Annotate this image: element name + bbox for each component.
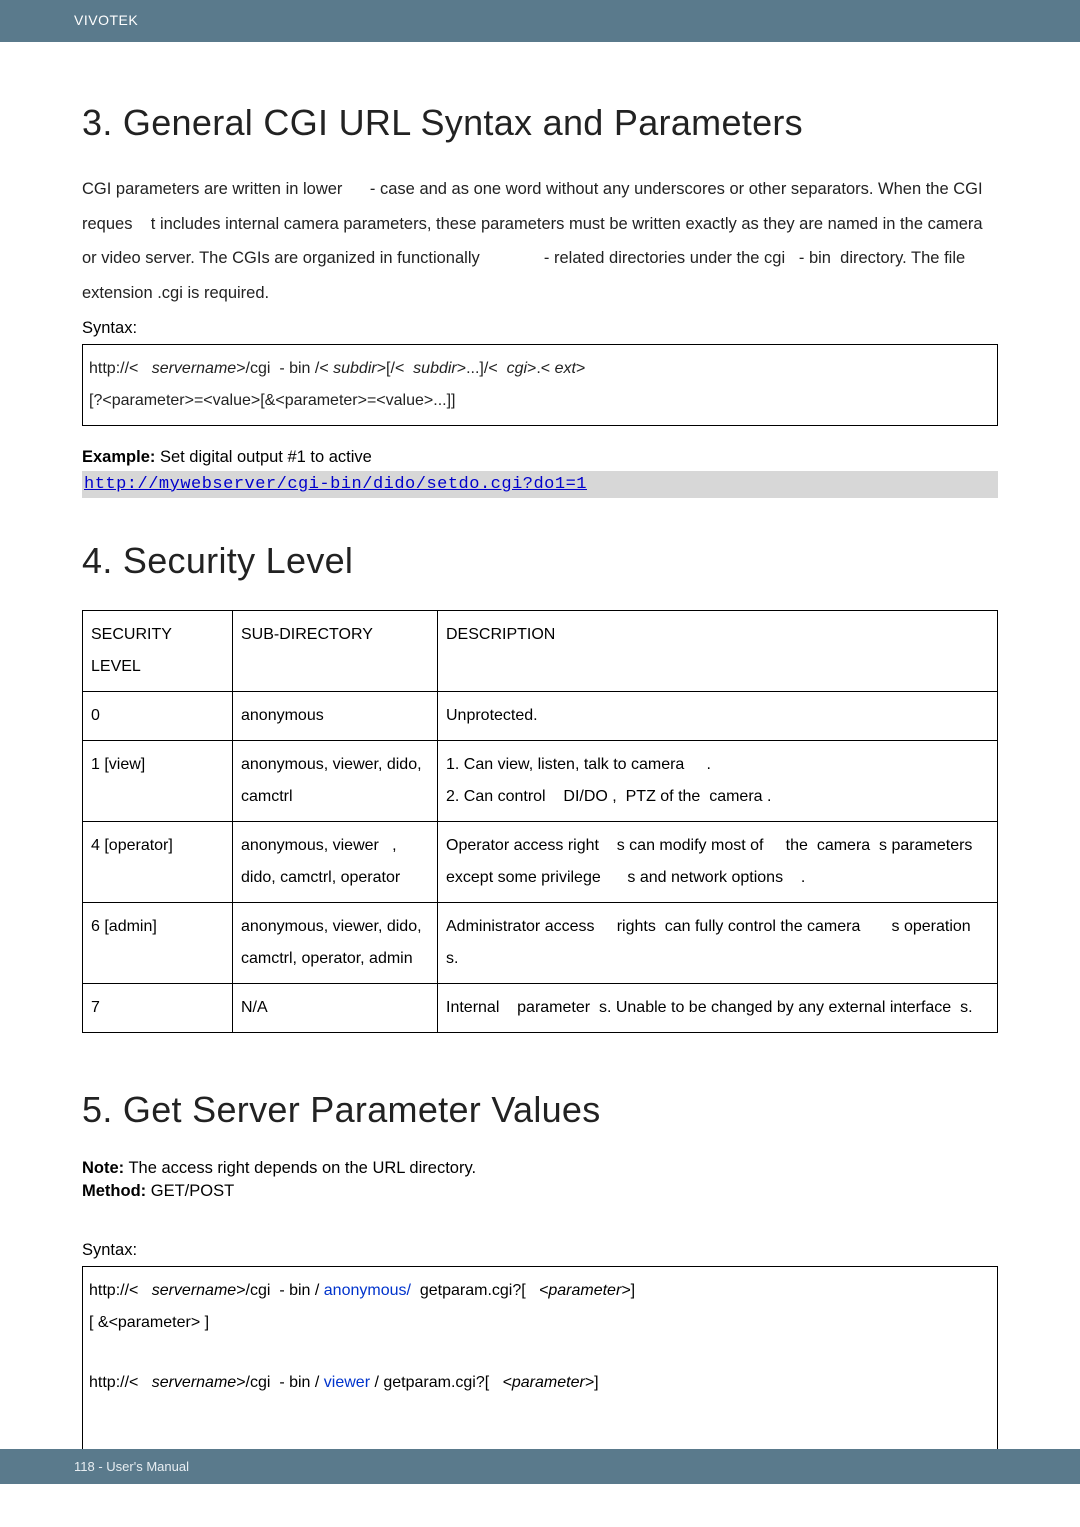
txt: http://<	[89, 1374, 152, 1391]
section4-title: 4. Security Level	[82, 540, 998, 582]
section3-title: 3. General CGI URL Syntax and Parameters	[82, 102, 998, 144]
txt-blue: anonymous/	[324, 1282, 411, 1299]
txt-italic: cgi	[507, 360, 527, 377]
th-security-level: SECURITY LEVEL	[83, 610, 233, 691]
txt: / getparam.cgi?[	[370, 1374, 503, 1391]
table-header-row: SECURITY LEVEL SUB-DIRECTORY DESCRIPTION	[83, 610, 998, 691]
txt: ]	[631, 1282, 635, 1299]
txt-italic: <parameter>	[539, 1282, 631, 1299]
section5-title: 5. Get Server Parameter Values	[82, 1089, 998, 1131]
cell-subdir: anonymous, viewer , dido, camctrl, opera…	[233, 821, 438, 902]
txt-italic: servername	[152, 360, 236, 377]
cell-desc: Administrator access rights can fully co…	[438, 902, 998, 983]
syntax-line-2: [?<parameter>=<value>[&<parameter>=<valu…	[89, 385, 991, 417]
page-footer: 118 - User's Manual	[0, 1449, 1080, 1484]
syntax5-line2: [ &<parameter> ]	[89, 1307, 991, 1339]
note-text: The access right depends on the URL dire…	[124, 1159, 476, 1177]
cell-subdir: anonymous, viewer, dido, camctrl	[233, 740, 438, 821]
spacer	[89, 1339, 991, 1367]
txt: >/cgi - bin /<	[236, 360, 333, 377]
section3-paragraph: CGI parameters are written in lower - ca…	[82, 172, 998, 311]
txt-italic: ext	[555, 360, 576, 377]
section3-syntax-box: http://< servername>/cgi - bin /< subdir…	[82, 344, 998, 426]
section3-example-label-row: Example: Set digital output #1 to active	[82, 448, 998, 467]
txt-italic: subdir	[333, 360, 377, 377]
note-label: Note:	[82, 1159, 124, 1177]
txt: >[/<	[377, 360, 413, 377]
txt: http://<	[89, 360, 152, 377]
page-content: 3. General CGI URL Syntax and Parameters…	[0, 102, 1080, 1449]
table-row: 7 N/A Internal parameter s. Unable to be…	[83, 983, 998, 1032]
example-label: Example:	[82, 448, 155, 466]
method-text: GET/POST	[146, 1182, 234, 1200]
txt-italic: <parameter>	[503, 1374, 595, 1391]
txt: >	[576, 360, 585, 377]
cell-subdir: anonymous	[233, 691, 438, 740]
table-row: 4 [operator] anonymous, viewer , dido, c…	[83, 821, 998, 902]
cell-desc: Internal parameter s. Unable to be chang…	[438, 983, 998, 1032]
th-sub-directory: SUB-DIRECTORY	[233, 610, 438, 691]
txt-italic: subdir	[413, 360, 457, 377]
section5-syntax-label: Syntax:	[82, 1241, 998, 1260]
syntax5-line1: http://< servername>/cgi - bin / anonymo…	[89, 1275, 991, 1307]
cell-level: 7	[83, 983, 233, 1032]
cell-desc: 1. Can view, listen, talk to camera . 2.…	[438, 740, 998, 821]
txt-blue: viewer	[324, 1374, 370, 1391]
cell-subdir: anonymous, viewer, dido, camctrl, operat…	[233, 902, 438, 983]
txt: >/cgi - bin /	[236, 1282, 324, 1299]
txt: >...]/<	[457, 360, 507, 377]
example-text: Set digital output #1 to active	[155, 448, 371, 466]
section5-syntax-box: http://< servername>/cgi - bin / anonymo…	[82, 1266, 998, 1449]
txt-italic: servername	[152, 1374, 236, 1391]
txt: ]	[594, 1374, 598, 1391]
section5-method: Method: GET/POST	[82, 1182, 998, 1201]
cell-level: 0	[83, 691, 233, 740]
cell-desc: Unprotected.	[438, 691, 998, 740]
cell-desc: Operator access right s can modify most …	[438, 821, 998, 902]
security-level-table: SECURITY LEVEL SUB-DIRECTORY DESCRIPTION…	[82, 610, 998, 1033]
txt: http://<	[89, 1282, 152, 1299]
syntax5-line3: http://< servername>/cgi - bin / viewer …	[89, 1367, 991, 1399]
cell-subdir: N/A	[233, 983, 438, 1032]
cell-level: 1 [view]	[83, 740, 233, 821]
syntax-line-1: http://< servername>/cgi - bin /< subdir…	[89, 353, 991, 385]
txt: >/cgi - bin /	[236, 1374, 324, 1391]
th-description: DESCRIPTION	[438, 610, 998, 691]
cell-level: 6 [admin]	[83, 902, 233, 983]
section5-note: Note: The access right depends on the UR…	[82, 1159, 998, 1178]
section3-syntax-label: Syntax:	[82, 319, 998, 338]
cell-level: 4 [operator]	[83, 821, 233, 902]
txt-italic: servername	[152, 1282, 236, 1299]
table-row: 0 anonymous Unprotected.	[83, 691, 998, 740]
txt: getparam.cgi?[	[411, 1282, 539, 1299]
header-brand: VIVOTEK	[0, 0, 1080, 40]
table-row: 6 [admin] anonymous, viewer, dido, camct…	[83, 902, 998, 983]
example-link[interactable]: http://mywebserver/cgi-bin/dido/setdo.cg…	[84, 475, 587, 494]
method-label: Method:	[82, 1182, 146, 1200]
txt: >.<	[527, 360, 555, 377]
header-divider	[0, 40, 1080, 42]
table-row: 1 [view] anonymous, viewer, dido, camctr…	[83, 740, 998, 821]
section3-example-link-bar: http://mywebserver/cgi-bin/dido/setdo.cg…	[82, 471, 998, 498]
